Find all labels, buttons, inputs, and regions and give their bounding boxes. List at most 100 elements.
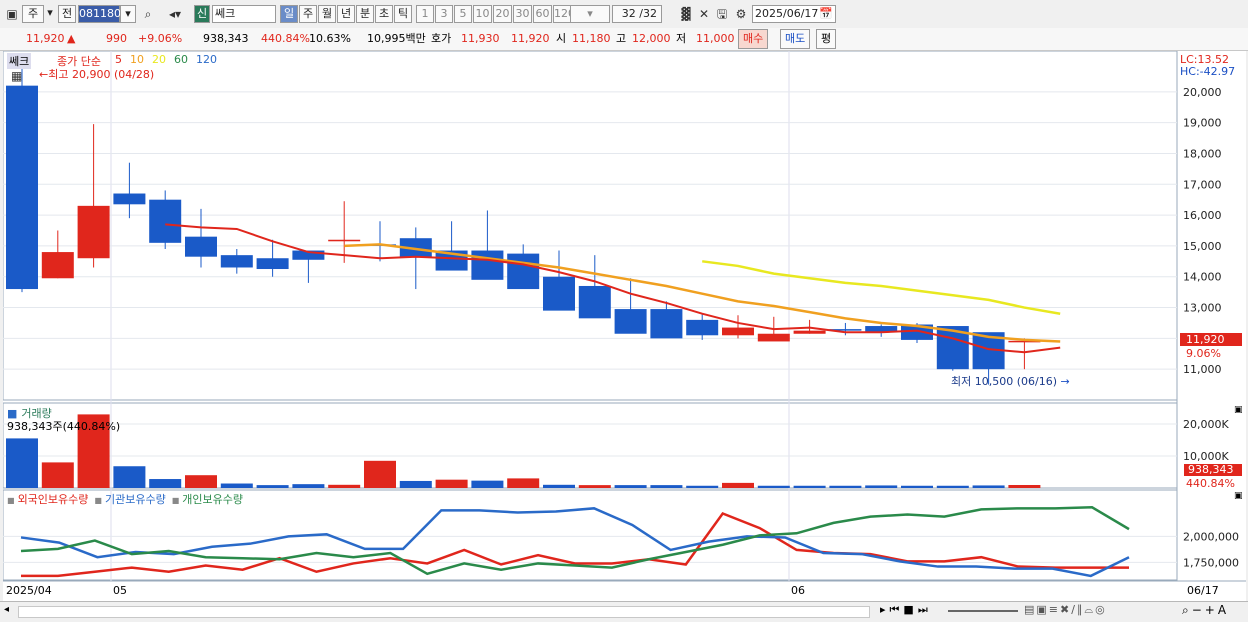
price-tick-5: 15,000 xyxy=(1183,240,1222,253)
candle-body-14 xyxy=(507,253,540,290)
bottom-scrollbar: ◂ ▸⏮■⏭ ▤▣≡✖∕∥⌓◎ ⌕−+A xyxy=(0,601,1248,622)
volume-bar-25 xyxy=(901,485,933,488)
chart-area[interactable]: 20,000 19,000 18,000 17,000 16,000 15,000 14,0… xyxy=(3,51,1246,601)
code-dropdown[interactable]: ▾ xyxy=(120,5,136,23)
search-icon[interactable]: ⌕ xyxy=(140,5,156,23)
holdings-tick-0: 2,000,000 xyxy=(1183,530,1239,543)
candle-body-19 xyxy=(686,319,719,336)
x-label-may: 05 xyxy=(113,584,127,597)
interval-tab-5[interactable]: 5 xyxy=(454,5,472,23)
period-tab-1[interactable]: 주 xyxy=(299,5,317,23)
candle-body-22 xyxy=(793,330,826,334)
volume-bar-18 xyxy=(650,485,683,488)
page-indicator: 32 /32 xyxy=(612,5,662,23)
volume-bar-17 xyxy=(614,485,647,488)
chart-svg[interactable]: 20,000 19,000 18,000 17,000 16,000 15,000 14,0… xyxy=(3,51,1246,601)
candle-body-21 xyxy=(757,333,790,342)
legend-square-icon: ■ xyxy=(171,496,180,505)
drawing-tools-icons[interactable]: ▤▣≡✖∕∥⌓◎ xyxy=(1024,603,1107,617)
chevron-down-icon[interactable]: ▾ xyxy=(44,5,56,23)
calendar-icon[interactable]: 📅 xyxy=(819,6,833,22)
stock-type-button[interactable]: 주 xyxy=(22,5,44,23)
open-label: 시 xyxy=(556,32,567,45)
interval-select[interactable]: ▾ xyxy=(570,5,610,23)
volume-bar-19 xyxy=(686,485,719,488)
checker-icon[interactable]: ▓ xyxy=(678,5,694,23)
last-pct-tag: 9.06% xyxy=(1186,347,1221,360)
candle-body-1 xyxy=(41,252,74,279)
scroll-left-icon[interactable]: ◂ xyxy=(4,604,9,615)
volume-ratio: 440.84% xyxy=(261,32,310,45)
volume-panel-close-icon[interactable]: ▣ xyxy=(1234,405,1243,415)
toolbar: ▣ 주 ▾ 전 081180 ▾ ⌕ ◂▾ 신 쎄크 일주월년분초틱 1 3 5 10… xyxy=(0,0,1248,29)
period-tab-3[interactable]: 년 xyxy=(337,5,355,23)
holdings-panel-close-icon[interactable]: ▣ xyxy=(1234,491,1243,501)
ma-period-60: 60 xyxy=(174,53,188,66)
candle-body-9 xyxy=(328,239,361,242)
volume-value-label: 938,343주(440.84%) xyxy=(7,420,121,433)
stock-name-tag: 쎄크 xyxy=(7,53,32,69)
volume-bar-8 xyxy=(292,484,325,488)
speaker-icon[interactable]: ◂▾ xyxy=(164,5,186,23)
holdings-tick-1: 1,750,000 xyxy=(1183,556,1239,569)
candle-body-13 xyxy=(471,250,504,280)
volume-bar-28 xyxy=(1008,484,1041,488)
high-annotation: ←최고 20,900 (04/28) xyxy=(39,68,155,81)
prev-button[interactable]: 전 xyxy=(58,5,76,23)
save-icon[interactable]: 🖫 xyxy=(714,5,730,23)
stock-name-field[interactable]: 쎄크 xyxy=(212,5,276,23)
open-price: 11,180 xyxy=(572,32,611,45)
volume-last-tag: 938,343 xyxy=(1184,464,1242,476)
playback-controls[interactable]: ▸⏮■⏭ xyxy=(880,603,932,617)
interval-tab-10[interactable]: 10 xyxy=(473,5,492,23)
interval-tab-3[interactable]: 3 xyxy=(435,5,453,23)
holdings-legend-2: 개인보유수량 xyxy=(182,493,243,506)
scroll-track[interactable] xyxy=(18,606,870,618)
interval-tab-20[interactable]: 20 xyxy=(493,5,512,23)
zoom-slider[interactable] xyxy=(948,610,1018,612)
crosshair-icon[interactable]: ✕ xyxy=(696,5,712,23)
date-value: 2025/06/17 xyxy=(755,7,819,20)
low-annotation: 최저 10,500 (06/16) → xyxy=(951,373,1070,389)
period-tab-6[interactable]: 틱 xyxy=(394,5,412,23)
volume-panel-frame xyxy=(3,402,1178,489)
candle-body-20 xyxy=(722,327,754,336)
period-tab-5[interactable]: 초 xyxy=(375,5,393,23)
period-tab-4[interactable]: 분 xyxy=(356,5,374,23)
zoom-controls[interactable]: ⌕−+A xyxy=(1182,603,1229,618)
volume-bar-11 xyxy=(399,480,432,488)
candle-body-16 xyxy=(578,285,611,319)
volume-bar-0 xyxy=(6,438,38,488)
candle-body-5 xyxy=(185,236,217,257)
volume-bar-23 xyxy=(829,485,862,488)
period-tab-0[interactable]: 일 xyxy=(280,5,298,23)
interval-tab-30[interactable]: 30 xyxy=(513,5,532,23)
market-badge: 신 xyxy=(194,5,210,23)
volume-bar-16 xyxy=(578,485,611,488)
volume-bar-15 xyxy=(543,484,575,488)
eval-button[interactable]: 평 xyxy=(816,29,837,49)
ma-period-120: 120 xyxy=(196,53,217,66)
calendar-small-icon[interactable]: ▦ xyxy=(11,69,22,83)
gear-icon[interactable]: ⚙ xyxy=(733,5,749,23)
x-label-end: 06/17 xyxy=(1187,584,1219,597)
volume-bar-20 xyxy=(722,482,754,488)
volume-tick-1: 10,000K xyxy=(1183,450,1229,463)
x-label-start: 2025/04 xyxy=(6,584,52,597)
volume-tick-0: 20,000K xyxy=(1183,418,1229,431)
candle-body-2 xyxy=(77,205,110,259)
volume-bar-9 xyxy=(328,484,361,488)
candle-body-18 xyxy=(650,309,683,339)
buy-button[interactable]: 매수 xyxy=(738,29,769,49)
window-icon[interactable]: ▣ xyxy=(4,5,20,23)
period-tab-2[interactable]: 월 xyxy=(318,5,336,23)
price-tick-2: 18,000 xyxy=(1183,147,1222,160)
candle-body-0 xyxy=(6,85,38,290)
date-input[interactable]: 2025/06/17 📅 xyxy=(752,5,836,23)
code-input[interactable]: 081180 xyxy=(78,5,121,23)
interval-tab-1[interactable]: 1 xyxy=(416,5,434,23)
sell-button[interactable]: 매도 xyxy=(780,29,811,49)
holdings-legend-1: 기관보유수량 xyxy=(104,493,166,506)
interval-tab-60[interactable]: 60 xyxy=(533,5,552,23)
volume-bar-27 xyxy=(972,485,1005,488)
